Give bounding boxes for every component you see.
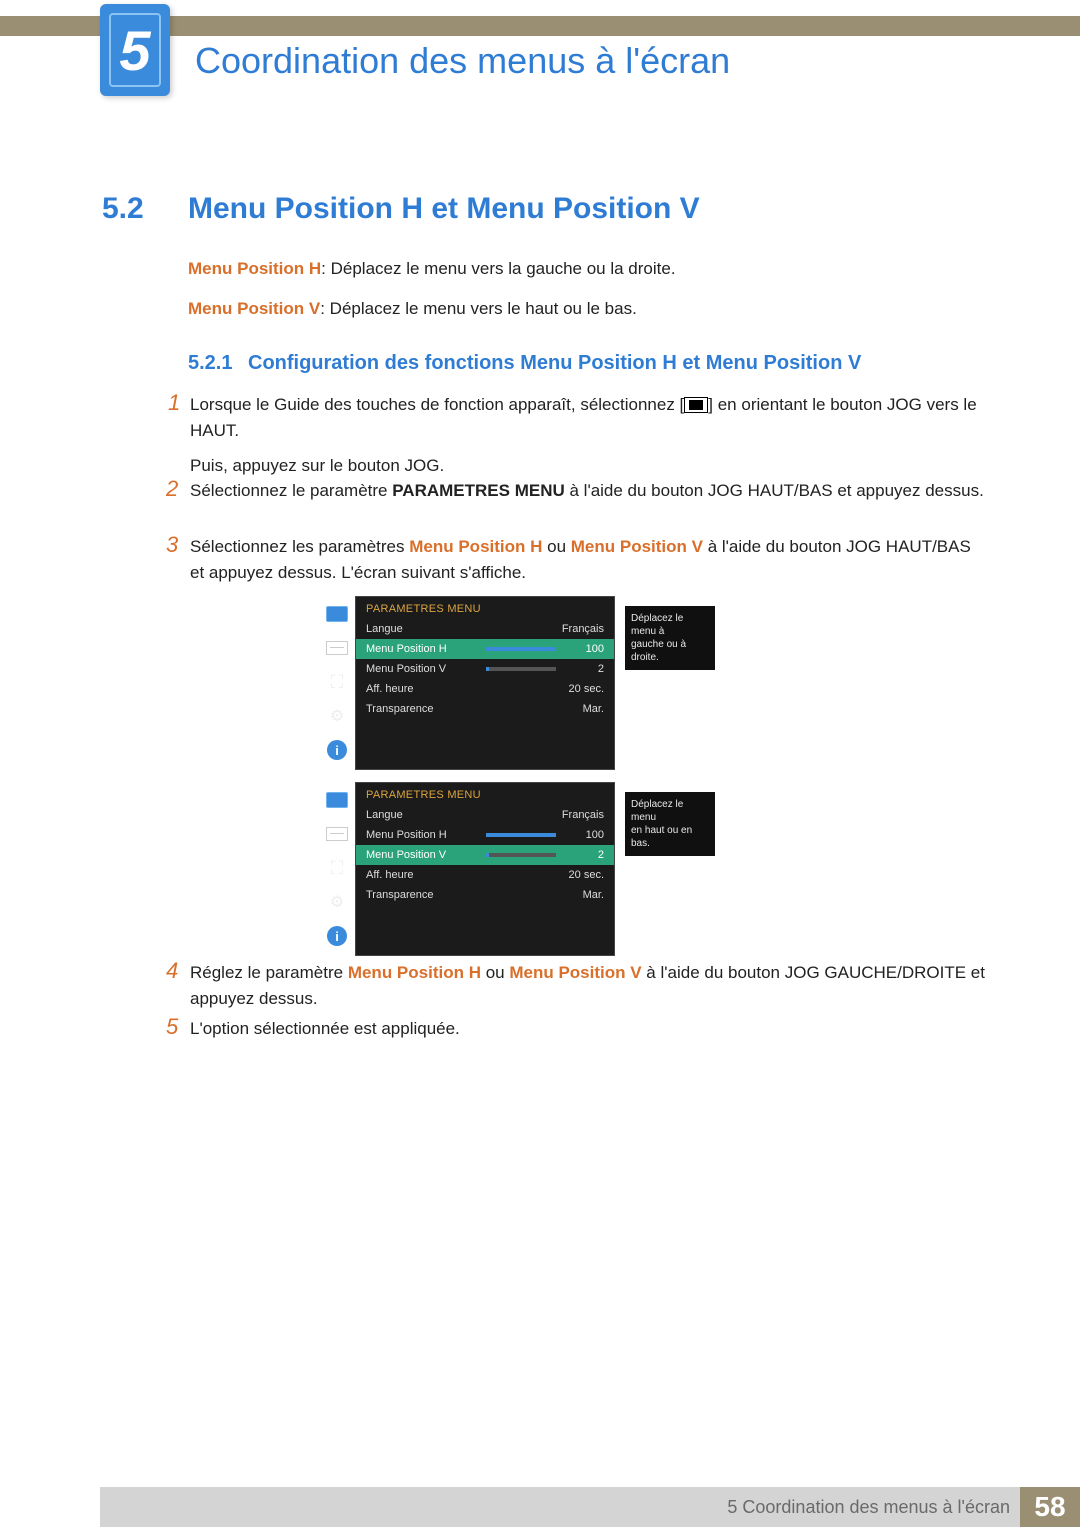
step-text-3: Sélectionnez les paramètres Menu Positio… xyxy=(190,534,985,587)
monitor-icon xyxy=(325,790,349,810)
subsection-title: Configuration des fonctions Menu Positio… xyxy=(248,352,861,375)
osd-v-slider xyxy=(486,853,556,857)
chapter-badge: 5 xyxy=(100,4,170,96)
osd-row-aff: Aff. heure 20 sec. xyxy=(356,865,614,885)
step-1-text-a: Lorsque le Guide des touches de fonction… xyxy=(190,395,684,414)
list-icon xyxy=(325,824,349,844)
step-4-h: Menu Position H xyxy=(348,963,481,982)
subsection-number: 5.2.1 xyxy=(188,352,232,375)
chapter-number: 5 xyxy=(119,18,150,83)
section-title: Menu Position H et Menu Position V xyxy=(188,192,700,226)
definition-v-label: Menu Position V xyxy=(188,299,320,318)
menu-icon xyxy=(684,397,708,413)
expand-icon: ⛶ xyxy=(325,672,349,692)
definition-v: Menu Position V: Déplacez le menu vers l… xyxy=(188,296,637,322)
osd-row-langue: Langue Français xyxy=(356,619,614,639)
definition-v-text: : Déplacez le menu vers le haut ou le ba… xyxy=(320,299,637,318)
monitor-icon xyxy=(325,604,349,624)
step-4-or: ou xyxy=(481,963,509,982)
osd-v-val: 2 xyxy=(556,849,604,861)
osd-row-trans: Transparence Mar. xyxy=(356,885,614,905)
osd-langue-label: Langue xyxy=(366,809,556,821)
osd-tooltip-2: Déplacez le menu en haut ou en bas. xyxy=(625,792,715,856)
tooltip-1-line-b: gauche ou à droite. xyxy=(631,638,709,664)
osd-trans-label: Transparence xyxy=(366,703,556,715)
osd-row-v-selected: Menu Position V 2 xyxy=(356,845,614,865)
osd-row-langue: Langue Français xyxy=(356,805,614,825)
osd-langue-label: Langue xyxy=(366,623,556,635)
step-4-text-a: Réglez le paramètre xyxy=(190,963,348,982)
osd-h-slider xyxy=(486,833,556,837)
step-text-1: Lorsque le Guide des touches de fonction… xyxy=(190,392,985,479)
osd-aff-label: Aff. heure xyxy=(366,869,556,881)
info-icon: i xyxy=(327,740,347,760)
osd-row-h: Menu Position H 100 xyxy=(356,825,614,845)
osd-screenshot-2: ⛶ ⚙ i PARAMETRES MENU Langue Français Me… xyxy=(355,782,705,956)
osd-screenshot-1: ⛶ ⚙ i PARAMETRES MENU Langue Français Me… xyxy=(355,596,705,770)
osd-aff-label: Aff. heure xyxy=(366,683,556,695)
step-text-4: Réglez le paramètre Menu Position H ou M… xyxy=(190,960,985,1013)
step-number-2: 2 xyxy=(166,476,178,502)
osd-h-val: 100 xyxy=(556,643,604,655)
page-number: 58 xyxy=(1020,1487,1080,1527)
osd-aff-val: 20 sec. xyxy=(556,869,604,881)
osd-h-val: 100 xyxy=(556,829,604,841)
osd-langue-val: Français xyxy=(556,623,604,635)
step-text-5: L'option sélectionnée est appliquée. xyxy=(190,1016,985,1042)
tooltip-2-line-b: en haut ou en bas. xyxy=(631,824,709,850)
osd-v-slider xyxy=(486,667,556,671)
step-number-3: 3 xyxy=(166,532,178,558)
osd-v-label: Menu Position V xyxy=(366,849,486,861)
osd-langue-val: Français xyxy=(556,809,604,821)
osd-sidebar: ⛶ ⚙ i xyxy=(323,790,351,946)
step-3-v: Menu Position V xyxy=(571,537,703,556)
step-2-text-c: à l'aide du bouton JOG HAUT/BAS et appuy… xyxy=(565,481,984,500)
osd-v-label: Menu Position V xyxy=(366,663,486,675)
tooltip-1-line-a: Déplacez le menu à xyxy=(631,612,709,638)
definition-h: Menu Position H: Déplacez le menu vers l… xyxy=(188,256,676,282)
osd-row-aff: Aff. heure 20 sec. xyxy=(356,679,614,699)
osd-header: PARAMETRES MENU xyxy=(356,783,614,805)
osd-sidebar: ⛶ ⚙ i xyxy=(323,604,351,760)
osd-v-val: 2 xyxy=(556,663,604,675)
step-2-bold: PARAMETRES MENU xyxy=(392,481,565,500)
osd-trans-val: Mar. xyxy=(556,889,604,901)
osd-h-label: Menu Position H xyxy=(366,829,486,841)
header-bar-right xyxy=(160,16,1080,36)
osd-h-label: Menu Position H xyxy=(366,643,486,655)
osd-row-h-selected: Menu Position H 100 xyxy=(356,639,614,659)
osd-h-slider xyxy=(486,647,556,651)
osd-header: PARAMETRES MENU xyxy=(356,597,614,619)
header-bar-left xyxy=(0,16,100,36)
definition-h-text: : Déplacez le menu vers la gauche ou la … xyxy=(321,259,675,278)
tooltip-2-line-a: Déplacez le menu xyxy=(631,798,709,824)
footer-text: 5 Coordination des menus à l'écran xyxy=(727,1497,1010,1518)
definition-h-label: Menu Position H xyxy=(188,259,321,278)
info-icon: i xyxy=(327,926,347,946)
step-3-text-a: Sélectionnez les paramètres xyxy=(190,537,409,556)
gear-icon: ⚙ xyxy=(325,892,349,912)
chapter-title: Coordination des menus à l'écran xyxy=(195,40,730,82)
step-number-4: 4 xyxy=(166,958,178,984)
step-3-h: Menu Position H xyxy=(409,537,542,556)
osd-tooltip-1: Déplacez le menu à gauche ou à droite. xyxy=(625,606,715,670)
osd-menu-panel: PARAMETRES MENU Langue Français Menu Pos… xyxy=(355,596,615,770)
list-icon xyxy=(325,638,349,658)
osd-row-trans: Transparence Mar. xyxy=(356,699,614,719)
expand-icon: ⛶ xyxy=(325,858,349,878)
step-number-1: 1 xyxy=(168,390,180,416)
step-text-2: Sélectionnez le paramètre PARAMETRES MEN… xyxy=(190,478,985,504)
osd-row-v: Menu Position V 2 xyxy=(356,659,614,679)
step-4-v: Menu Position V xyxy=(509,963,641,982)
osd-trans-val: Mar. xyxy=(556,703,604,715)
step-number-5: 5 xyxy=(166,1014,178,1040)
section-number: 5.2 xyxy=(102,192,144,226)
step-2-text-a: Sélectionnez le paramètre xyxy=(190,481,392,500)
step-3-or: ou xyxy=(542,537,570,556)
step-1-text-c: Puis, appuyez sur le bouton JOG. xyxy=(190,453,985,479)
osd-menu-panel: PARAMETRES MENU Langue Français Menu Pos… xyxy=(355,782,615,956)
osd-aff-val: 20 sec. xyxy=(556,683,604,695)
gear-icon: ⚙ xyxy=(325,706,349,726)
osd-trans-label: Transparence xyxy=(366,889,556,901)
